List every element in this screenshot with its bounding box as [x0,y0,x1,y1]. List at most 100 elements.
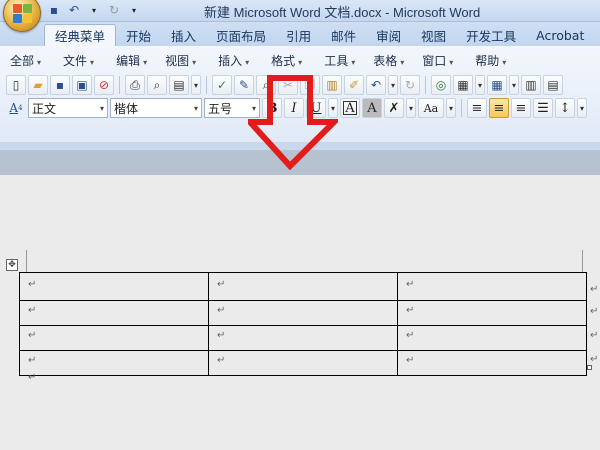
tab-acrobat[interactable]: Acrobat [526,24,594,46]
style-select[interactable]: 正文 ▾ [28,98,108,118]
red-arrow-annotation-icon [248,75,338,170]
toolbar-separator [425,76,426,94]
page-margin-guide [582,250,583,272]
hyperlink-icon[interactable]: ◎ [431,75,451,95]
table-cell[interactable]: ↵ [208,272,398,301]
chevron-down-icon[interactable]: ▾ [388,75,398,95]
toolbar-separator [206,76,207,94]
table-row: ↵ ↵ ↵ [19,350,587,376]
align-left-icon[interactable]: ≡ [467,98,487,118]
menu-insert[interactable]: 插入 ▾ [212,52,257,69]
menu-format[interactable]: 格式 ▾ [265,52,310,69]
line-spacing-icon[interactable]: ↕ [555,98,575,118]
row-end-mark: ↵ [590,330,599,341]
table-cell[interactable]: ↵ [19,272,209,301]
tab-view[interactable]: 视图 [411,24,456,46]
table-cell[interactable]: ↵ [208,350,398,376]
justify-icon[interactable]: ☰ [533,98,553,118]
tab-developer[interactable]: 开发工具 [456,24,526,46]
chevron-down-icon: ▾ [351,57,356,67]
font-select[interactable]: 楷体 ▾ [110,98,202,118]
align-right-icon[interactable]: ≡ [511,98,531,118]
tab-insert[interactable]: 插入 [161,24,206,46]
table-cell[interactable]: ↵ [397,350,587,376]
chevron-down-icon[interactable]: ▾ [406,98,416,118]
tab-classic-menu[interactable]: 经典菜单 [44,24,117,46]
chevron-down-icon[interactable]: ▾ [577,98,587,118]
menu-table[interactable]: 表格 ▾ [367,52,412,69]
menu-file[interactable]: 文件 ▾ [57,52,102,69]
chevron-down-icon: ▾ [245,57,250,67]
table-resize-handle[interactable] [587,365,592,370]
chevron-down-icon: ▾ [99,103,104,113]
tab-review[interactable]: 审阅 [366,24,411,46]
menu-window[interactable]: 窗口 ▾ [416,52,461,69]
menu-view[interactable]: 视图 ▾ [159,52,204,69]
menu-help[interactable]: 帮助 ▾ [469,52,514,69]
dropdown-icon[interactable]: ▾ [86,2,102,18]
quick-access-toolbar: ▪ ↶ ▾ ↻ ▾ [46,2,142,18]
styles-pane-icon[interactable]: A4 [6,98,26,118]
columns-icon[interactable]: ▥ [521,75,541,95]
undo-icon[interactable]: ↶ [66,2,82,18]
character-shading-button[interactable]: A [362,98,382,118]
row-end-mark: ↵ [590,354,599,365]
tab-home[interactable]: 开始 [116,24,161,46]
table-move-handle-icon[interactable]: ✥ [6,259,18,271]
spelling-icon[interactable]: ✓ [212,75,232,95]
menu-edit[interactable]: 编辑 ▾ [110,52,155,69]
redo-icon[interactable]: ↻ [106,2,122,18]
tab-mailings[interactable]: 邮件 [321,24,366,46]
format-painter-icon[interactable]: ✐ [344,75,364,95]
save-icon[interactable]: ▪ [46,2,62,18]
table-cell[interactable]: ↵ [208,325,398,351]
insert-table-icon[interactable]: ▦ [487,75,507,95]
table-cell[interactable]: ↵ [397,300,587,326]
chevron-down-icon[interactable]: ▾ [446,98,456,118]
tab-page-layout[interactable]: 页面布局 [206,24,276,46]
chevron-down-icon: ▾ [192,57,197,67]
paragraph-mark: ↵ [28,372,37,383]
table-cell[interactable]: ↵ [19,325,209,351]
table-cell[interactable]: ↵ [19,300,209,326]
table-cell[interactable]: ↵ [397,272,587,301]
table-row: ↵ ↵ ↵ [19,272,587,301]
chevron-down-icon[interactable]: ▾ [509,75,519,95]
save-icon[interactable]: ▪ [50,75,70,95]
table-borders-icon[interactable]: ▦ [453,75,473,95]
change-case-button[interactable]: Aa [418,98,444,118]
tab-references[interactable]: 引用 [276,24,321,46]
permission-icon[interactable]: ⊘ [94,75,114,95]
table-row: ↵ ↵ ↵ [19,325,587,351]
table-cell[interactable]: ↵ [208,300,398,326]
print-preview-icon[interactable]: ⌕ [147,75,167,95]
view-mode-icon[interactable]: ▤ [169,75,189,95]
chevron-down-icon: ▾ [143,57,148,67]
print-icon[interactable]: ⎙ [125,75,145,95]
open-folder-icon[interactable]: ▰ [28,75,48,95]
undo-icon[interactable]: ↶ [366,75,386,95]
table-row: ↵ ↵ ↵ [19,300,587,326]
ribbon-tabs: 经典菜单 开始 插入 页面布局 引用 邮件 审阅 视图 开发工具 Acrobat [0,22,600,46]
save-as-icon[interactable]: ▣ [72,75,92,95]
document-table[interactable]: ↵ ↵ ↵ ↵ ↵ ↵ ↵ ↵ ↵ ↵ ↵ ↵ [19,272,587,376]
table-cell[interactable]: ↵ [397,325,587,351]
chevron-down-icon: ▾ [400,57,405,67]
drawing-icon[interactable]: ▤ [543,75,563,95]
menu-tools[interactable]: 工具 ▾ [318,52,363,69]
chevron-down-icon: ▾ [90,57,95,67]
chevron-down-icon[interactable]: ▾ [191,75,201,95]
highlight-icon[interactable]: ✗ [384,98,404,118]
new-document-icon[interactable]: ▯ [6,75,26,95]
menu-all[interactable]: 全部 ▾ [4,52,49,69]
toolbar-separator [119,76,120,94]
redo-icon[interactable]: ↻ [400,75,420,95]
align-center-icon[interactable]: ≡ [489,98,509,118]
character-border-button[interactable]: A [340,98,360,118]
chevron-down-icon[interactable]: ▾ [475,75,485,95]
chevron-down-icon: ▾ [193,103,198,113]
chevron-down-icon: ▾ [298,57,303,67]
table-cell[interactable]: ↵ [19,350,209,376]
customize-qat-icon[interactable]: ▾ [126,2,142,18]
title-bar: ▪ ↶ ▾ ↻ ▾ 新建 Microsoft Word 文档.docx - Mi… [0,0,600,32]
